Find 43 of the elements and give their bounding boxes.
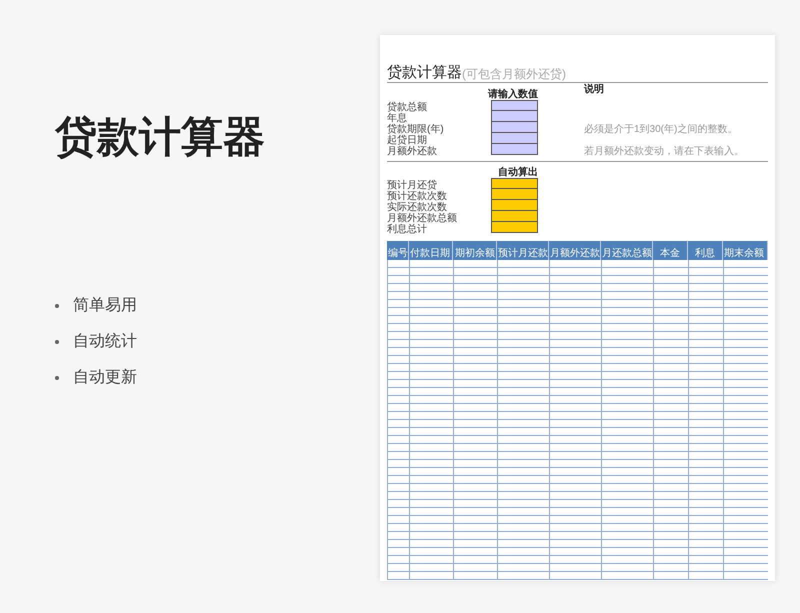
sheet-subtitle: (可包含月额外还贷) [462,68,566,80]
field-label: 贷款总额 [387,102,427,112]
column-header: 月还款总额 [601,241,653,260]
notes-header: 说明 [584,84,604,95]
input-cell [491,211,538,222]
input-cell [491,111,538,122]
feature-text: 自动更新 [73,370,137,386]
input-cell [491,189,538,200]
field-label: 实际还款次数 [387,202,447,212]
column-header: 编号 [387,241,409,260]
input-cell [491,100,538,111]
field-label: 月额外还款总额 [387,212,457,224]
column-header: 利息 [688,241,723,260]
field-label: 起贷日期 [387,134,427,146]
input-cell [491,222,538,233]
input-cell [491,178,538,189]
field-label: 预计还款次数 [387,190,447,202]
feature-text: 简单易用 [73,298,137,314]
column-header: 期初余额 [453,241,497,260]
page-heading: 贷款计算器 [55,116,265,158]
input-cell [491,122,538,133]
note-text: 必须是介于1到30(年)之间的整数。 [584,124,738,134]
bullet-icon [55,304,59,308]
field-label: 贷款期限(年) [387,124,444,134]
field-label: 月额外还款 [387,146,437,156]
field-label: 利息总计 [387,224,427,234]
field-label: 年息 [387,112,407,124]
input-cell [491,133,538,144]
sheet-title: 贷款计算器 [387,65,462,80]
column-header: 期末余额 [723,241,768,260]
column-header: 预计月还款 [497,241,549,260]
input-cell [491,200,538,211]
column-header: 月额外还款 [549,241,601,260]
section-header: 自动算出 [498,168,538,178]
note-text: 若月额外还款变动，请在下表输入。 [584,146,744,156]
column-header: 付款日期 [409,241,453,260]
bullet-icon [55,340,59,344]
field-label: 预计月还贷 [387,180,437,190]
section-header: 请输入数值 [488,90,538,100]
column-header: 本金 [653,241,688,260]
feature-text: 自动统计 [73,334,137,350]
input-cell [491,144,538,155]
bullet-icon [55,376,59,380]
